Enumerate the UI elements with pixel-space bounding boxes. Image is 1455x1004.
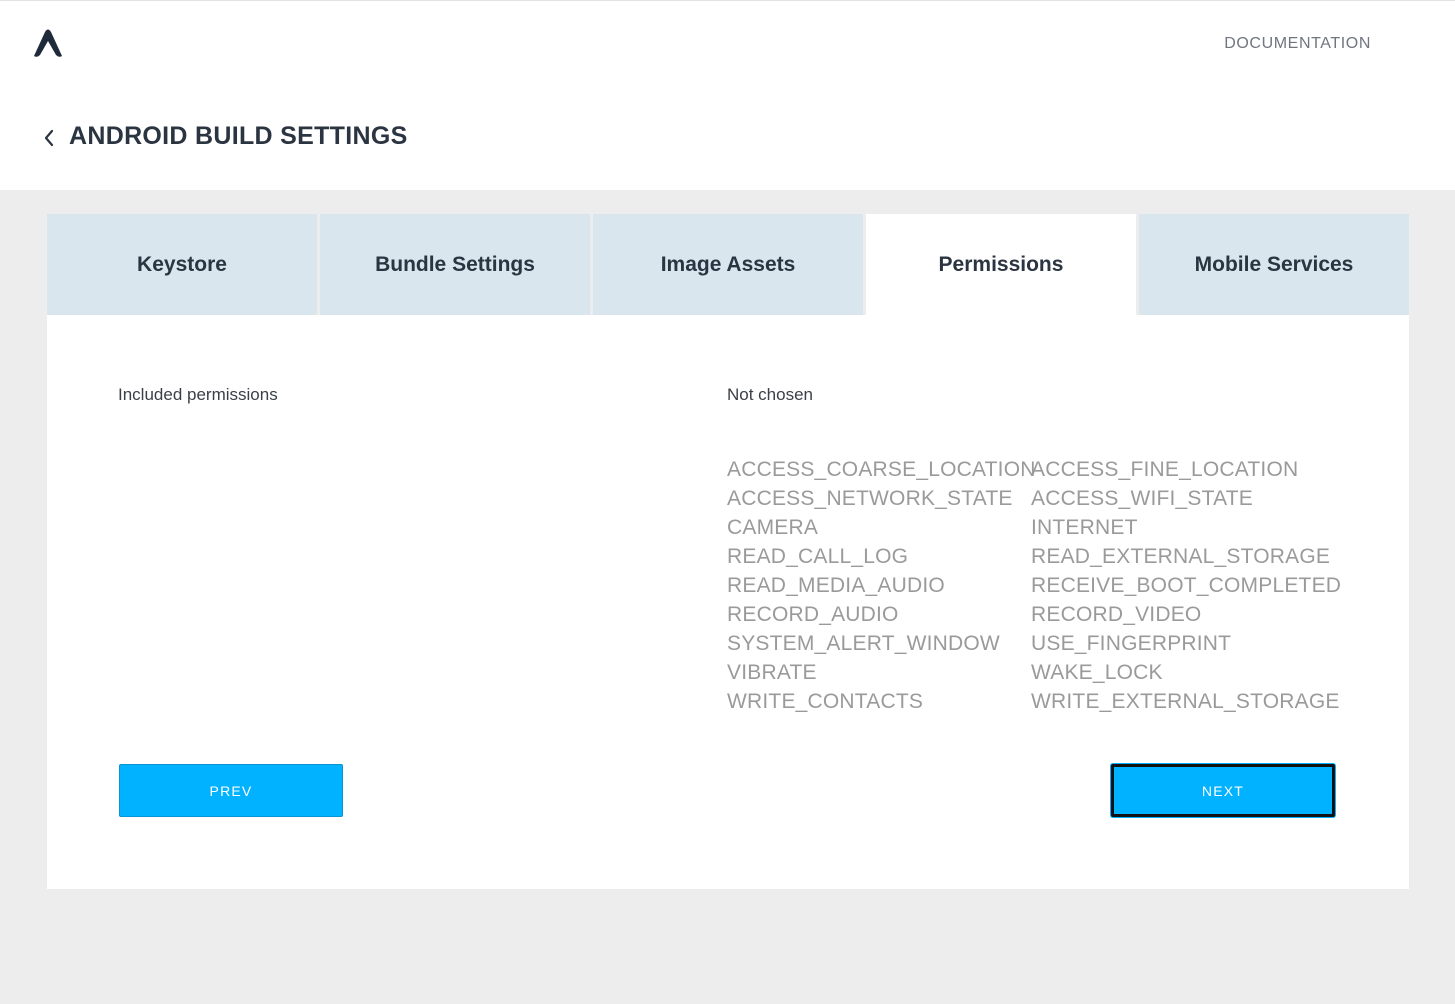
chevron-left-icon[interactable] xyxy=(42,128,56,148)
permission-item[interactable]: CAMERA xyxy=(727,513,1031,542)
permission-item[interactable]: READ_MEDIA_AUDIO xyxy=(727,571,1031,600)
permission-item[interactable]: RECORD_AUDIO xyxy=(727,600,1031,629)
settings-tabs: Keystore Bundle Settings Image Assets Pe… xyxy=(47,214,1409,315)
top-bar: DOCUMENTATION ANDROID BUILD SETTINGS xyxy=(0,0,1455,190)
permission-item[interactable]: USE_FINGERPRINT xyxy=(1031,629,1367,658)
permission-item[interactable]: ACCESS_NETWORK_STATE xyxy=(727,484,1031,513)
tab-permissions[interactable]: Permissions xyxy=(866,214,1136,315)
tab-mobile-services[interactable]: Mobile Services xyxy=(1139,214,1409,315)
permission-item[interactable]: VIBRATE xyxy=(727,658,1031,687)
permission-item[interactable]: SYSTEM_ALERT_WINDOW xyxy=(727,629,1031,658)
permission-item[interactable]: WRITE_CONTACTS xyxy=(727,687,1031,716)
permission-item[interactable]: READ_CALL_LOG xyxy=(727,542,1031,571)
permission-item[interactable]: WRITE_EXTERNAL_STORAGE xyxy=(1031,687,1367,716)
permission-item[interactable]: RECEIVE_BOOT_COMPLETED xyxy=(1031,571,1367,600)
documentation-link[interactable]: DOCUMENTATION xyxy=(1224,35,1371,53)
tab-bundle-settings[interactable]: Bundle Settings xyxy=(320,214,590,315)
permission-item[interactable]: ACCESS_FINE_LOCATION xyxy=(1031,455,1367,484)
permission-item[interactable]: ACCESS_WIFI_STATE xyxy=(1031,484,1367,513)
permission-item[interactable]: ACCESS_COARSE_LOCATION xyxy=(727,455,1035,484)
permission-item[interactable]: READ_EXTERNAL_STORAGE xyxy=(1031,542,1367,571)
permissions-panel: Included permissions Not chosen ACCESS_C… xyxy=(47,315,1409,889)
tab-image-assets[interactable]: Image Assets xyxy=(593,214,863,315)
page-title: ANDROID BUILD SETTINGS xyxy=(69,122,408,150)
app-logo-icon[interactable] xyxy=(30,27,66,59)
permission-item[interactable]: WAKE_LOCK xyxy=(1031,658,1367,687)
not-chosen-permissions-list: ACCESS_COARSE_LOCATION ACCESS_FINE_LOCAT… xyxy=(727,455,1367,716)
tab-keystore[interactable]: Keystore xyxy=(47,214,317,315)
next-button[interactable]: NEXT xyxy=(1111,764,1335,817)
prev-button[interactable]: PREV xyxy=(119,764,343,817)
permission-item[interactable]: INTERNET xyxy=(1031,513,1367,542)
permission-item[interactable]: RECORD_VIDEO xyxy=(1031,600,1367,629)
included-permissions-heading: Included permissions xyxy=(118,385,278,404)
not-chosen-heading: Not chosen xyxy=(727,385,813,404)
